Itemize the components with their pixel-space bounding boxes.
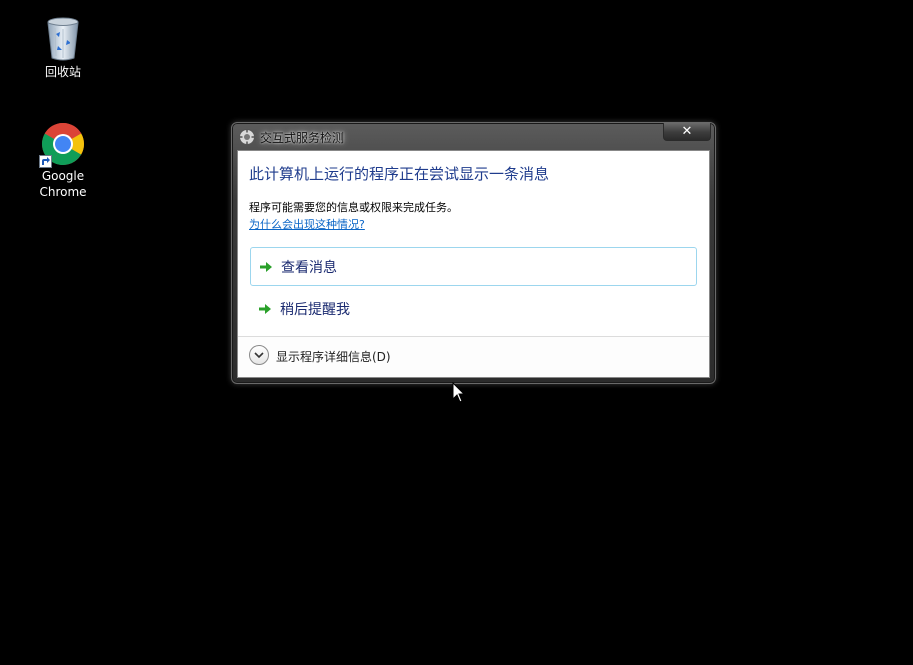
green-arrow-icon <box>259 303 271 314</box>
chevron-down-icon <box>254 352 264 359</box>
desktop-icon-label: 回收站 <box>44 65 81 79</box>
green-arrow-icon <box>260 261 272 272</box>
show-details-label[interactable]: 显示程序详细信息(D) <box>276 348 391 365</box>
desktop-icon-recycle-bin[interactable]: 回收站 <box>28 16 98 80</box>
dialog-content: 此计算机上运行的程序正在尝试显示一条消息 程序可能需要您的信息或权限来完成任务。… <box>237 150 710 378</box>
content-text: 程序可能需要您的信息或权限来完成任务。 <box>249 201 458 214</box>
command-link-label: 查看消息 <box>281 259 337 276</box>
recycle-bin-icon <box>47 17 79 61</box>
shortcut-arrow-icon <box>39 155 52 168</box>
view-message-button[interactable]: 查看消息 <box>250 247 697 286</box>
close-button[interactable]: ✕ <box>663 123 711 141</box>
command-link-label: 稍后提醒我 <box>280 301 350 318</box>
desktop: 回收站 Google Chrome 交互式服务检测 ✕ 此计算机上运行的程序正在… <box>0 0 913 665</box>
window-title: 交互式服务检测 <box>260 131 345 145</box>
title-bar[interactable]: 交互式服务检测 ✕ <box>232 123 715 149</box>
mouse-cursor-icon <box>452 382 465 403</box>
show-details-expander[interactable] <box>249 345 269 365</box>
dialog-footer: 显示程序详细信息(D) <box>238 336 709 377</box>
interactive-services-icon <box>239 129 255 145</box>
remind-later-button[interactable]: 稍后提醒我 <box>250 289 697 328</box>
interactive-services-dialog: 交互式服务检测 ✕ 此计算机上运行的程序正在尝试显示一条消息 程序可能需要您的信… <box>231 122 716 384</box>
chrome-icon <box>39 122 85 168</box>
desktop-icon-label: Google Chrome <box>39 169 87 199</box>
why-link[interactable]: 为什么会出现这种情况? <box>249 216 365 232</box>
main-instruction: 此计算机上运行的程序正在尝试显示一条消息 <box>249 165 550 183</box>
desktop-icon-google-chrome[interactable]: Google Chrome <box>28 122 98 200</box>
close-icon: ✕ <box>681 124 693 139</box>
